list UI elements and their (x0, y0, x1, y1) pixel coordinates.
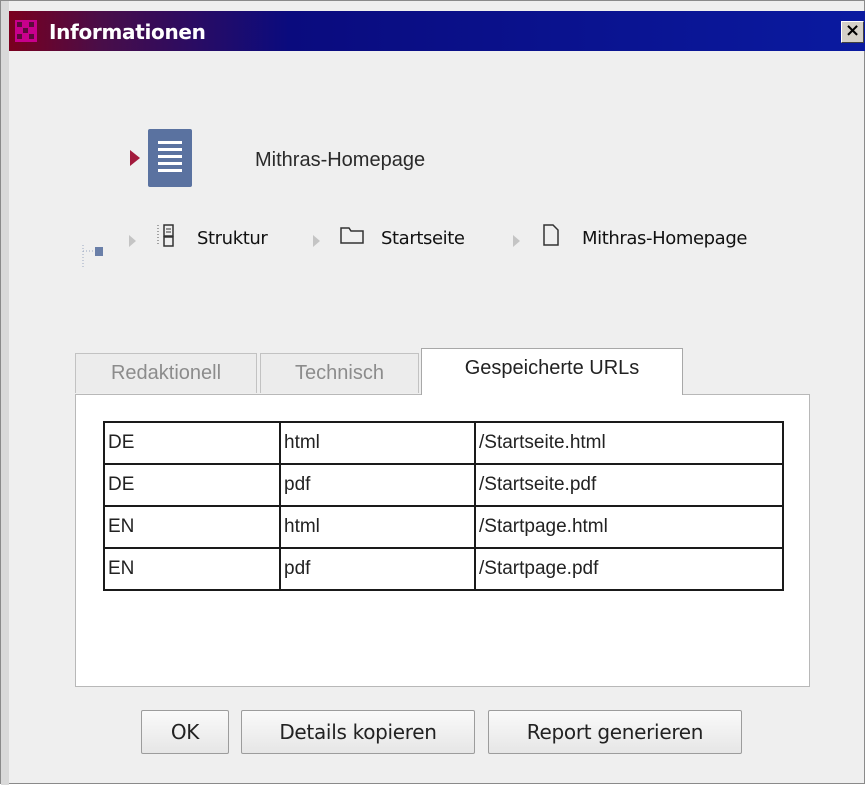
table-row: DE html /Startseite.html (103, 421, 784, 465)
document-icon (148, 129, 192, 187)
tree-icon (82, 245, 103, 267)
window-title: Informationen (49, 20, 206, 44)
close-button[interactable]: × (841, 21, 864, 43)
copy-details-button[interactable]: Details kopieren (241, 710, 475, 754)
app-icon (15, 20, 37, 42)
language-cell: DE (103, 463, 281, 507)
title-bar[interactable]: Informationen × (9, 11, 865, 51)
page-icon (543, 224, 559, 246)
arrow-icon (130, 150, 140, 166)
breadcrumb-item-startseite[interactable]: Startseite (381, 228, 465, 249)
url-cell: /Startpage.html (474, 505, 784, 549)
format-cell: pdf (279, 547, 476, 591)
tab-panel: DE html /Startseite.html DE pdf /Startse… (75, 394, 810, 687)
language-cell: DE (103, 421, 281, 465)
breadcrumb-item-mithras-homepage[interactable]: Mithras-Homepage (582, 228, 747, 249)
breadcrumb-separator (513, 235, 520, 247)
tab-redaktionell[interactable]: Redaktionell (75, 353, 257, 393)
table-row: EN pdf /Startpage.pdf (103, 547, 784, 591)
url-cell: /Startseite.html (474, 421, 784, 465)
format-cell: pdf (279, 463, 476, 507)
tab-gespeicherte-urls[interactable]: Gespeicherte URLs (421, 348, 683, 395)
info-dialog: Informationen × Mithras-Homepage Struktu… (0, 0, 865, 785)
folder-icon (340, 227, 364, 244)
language-cell: EN (103, 547, 281, 591)
window-edge (1, 1, 9, 785)
ok-button[interactable]: OK (141, 710, 229, 754)
structure-icon (157, 224, 174, 247)
tab-technisch[interactable]: Technisch (260, 353, 419, 393)
breadcrumb-item-struktur[interactable]: Struktur (197, 228, 268, 249)
generate-report-button[interactable]: Report generieren (488, 710, 742, 754)
page-name: Mithras-Homepage (255, 149, 426, 171)
table-row: DE pdf /Startseite.pdf (103, 463, 784, 507)
breadcrumb-separator (129, 235, 136, 247)
language-cell: EN (103, 505, 281, 549)
url-cell: /Startseite.pdf (474, 463, 784, 507)
breadcrumb: Struktur Startseite Mithras-Homepage (79, 221, 849, 271)
saved-urls-table: DE html /Startseite.html DE pdf /Startse… (103, 421, 784, 591)
format-cell: html (279, 505, 476, 549)
format-cell: html (279, 421, 476, 465)
breadcrumb-separator (313, 235, 320, 247)
url-cell: /Startpage.pdf (474, 547, 784, 591)
table-row: EN html /Startpage.html (103, 505, 784, 549)
page-type-icon (126, 129, 196, 189)
